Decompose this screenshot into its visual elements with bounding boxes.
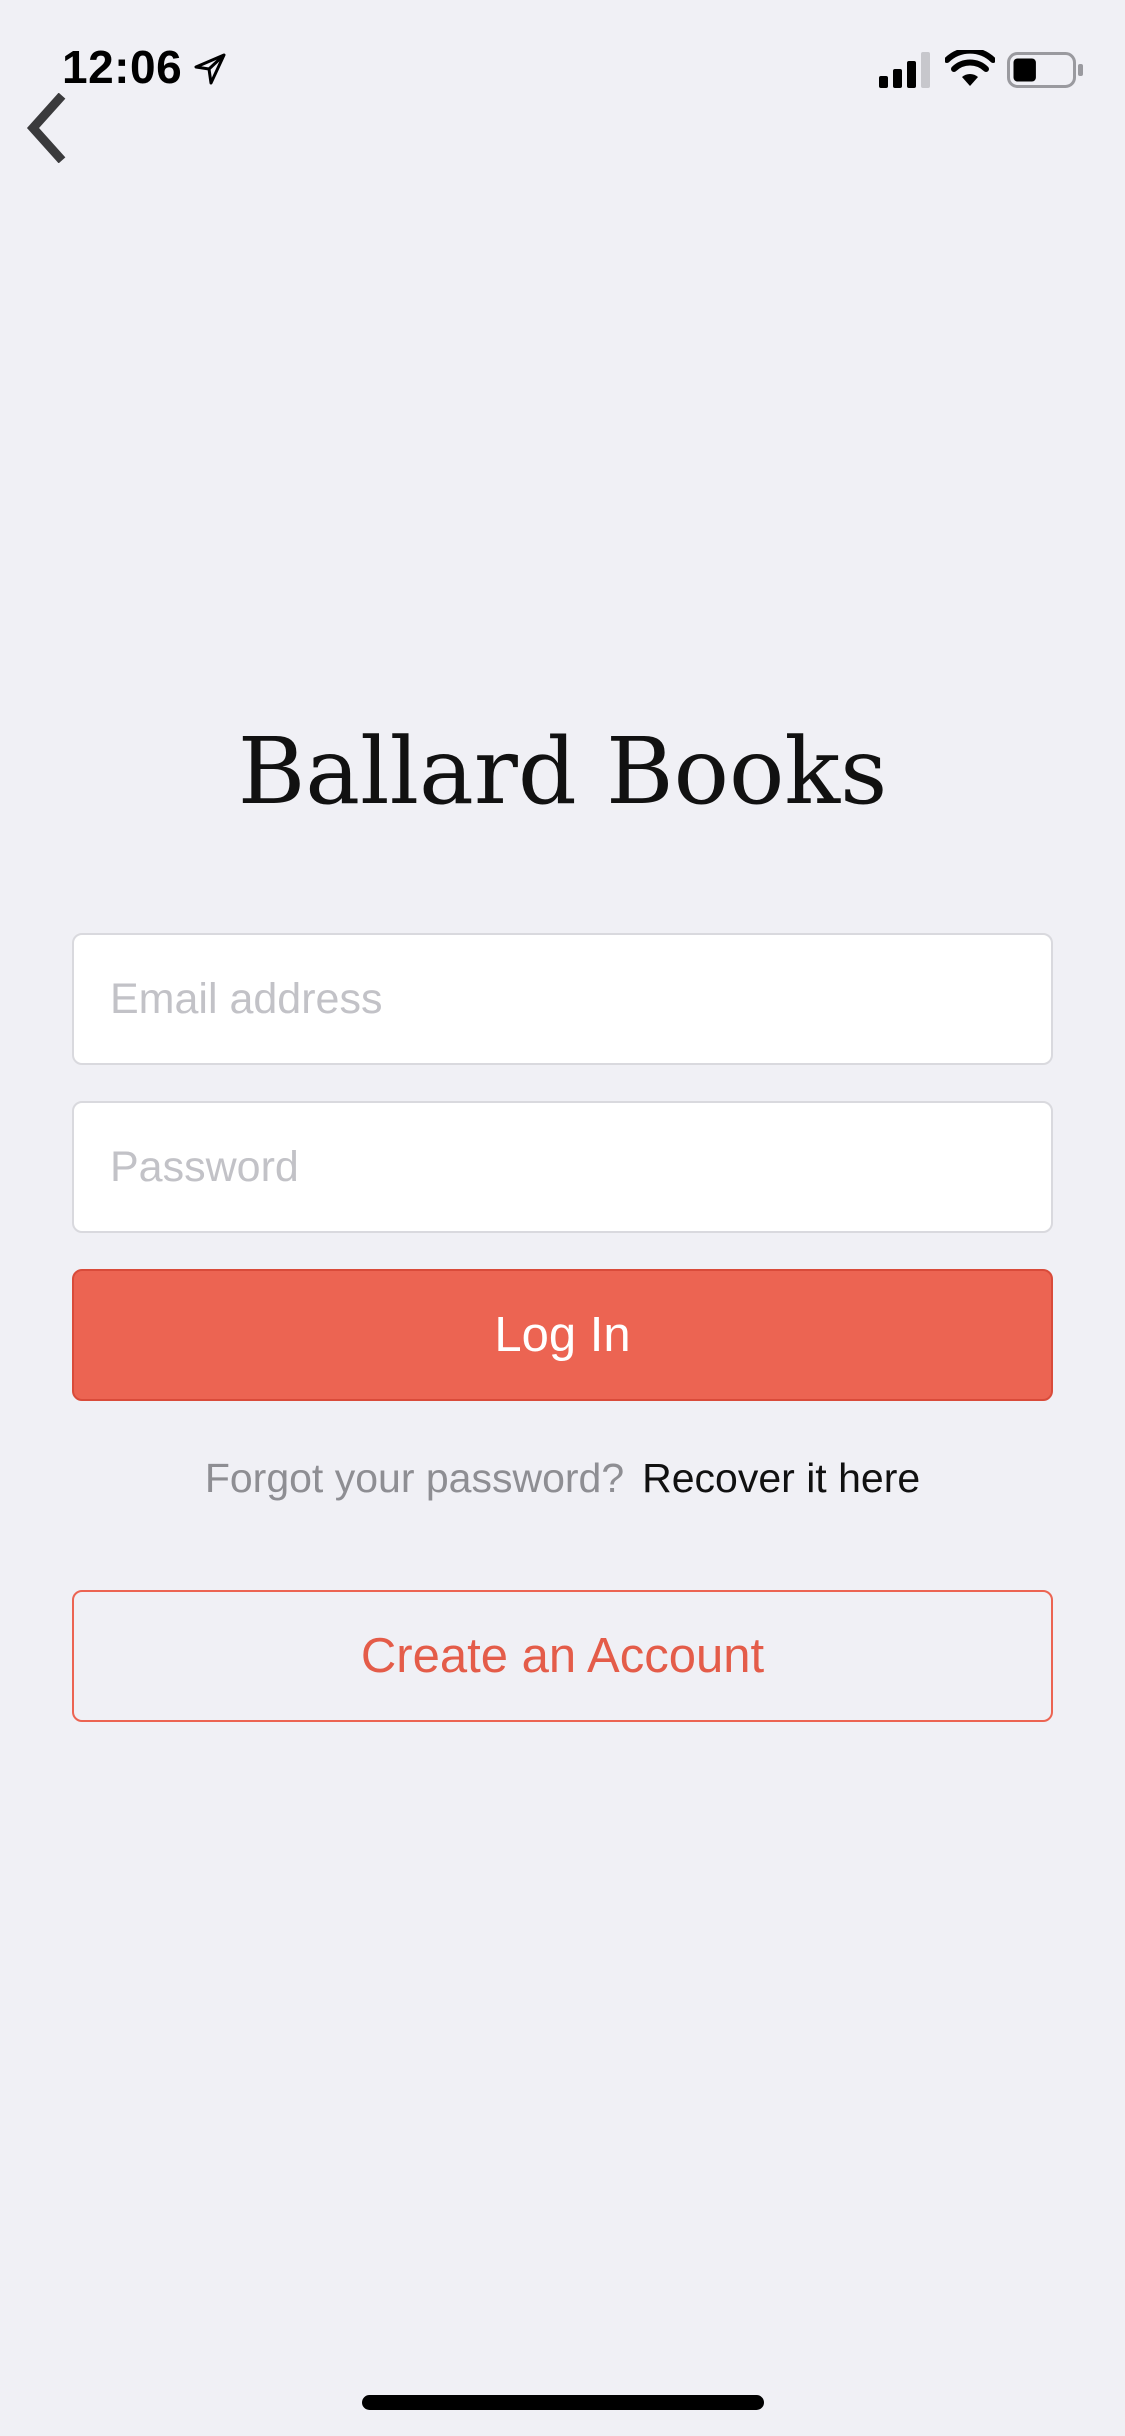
battery-icon	[1007, 52, 1083, 88]
login-button[interactable]: Log In	[72, 1269, 1053, 1401]
location-arrow-icon	[194, 53, 226, 85]
create-account-label: Create an Account	[360, 1629, 765, 1683]
login-button-label: Log In	[494, 1308, 631, 1362]
forgot-password-prompt: Forgot your password?	[204, 1455, 625, 1501]
wifi-icon	[945, 50, 995, 86]
back-button[interactable]	[10, 88, 80, 168]
forgot-password-row: Forgot your password? Recover it here	[0, 1450, 1125, 1506]
recover-password-link[interactable]: Recover it here	[642, 1455, 920, 1501]
status-time: 12:06	[62, 41, 183, 93]
app-title: Ballard Books	[237, 718, 888, 825]
email-field[interactable]	[72, 933, 1053, 1065]
cellular-signal-icon	[879, 52, 930, 88]
chevron-left-icon	[26, 93, 66, 163]
password-field[interactable]	[72, 1101, 1053, 1233]
status-bar: 12:06	[0, 0, 1125, 132]
create-account-button[interactable]: Create an Account	[72, 1590, 1053, 1722]
home-indicator	[362, 2395, 764, 2410]
